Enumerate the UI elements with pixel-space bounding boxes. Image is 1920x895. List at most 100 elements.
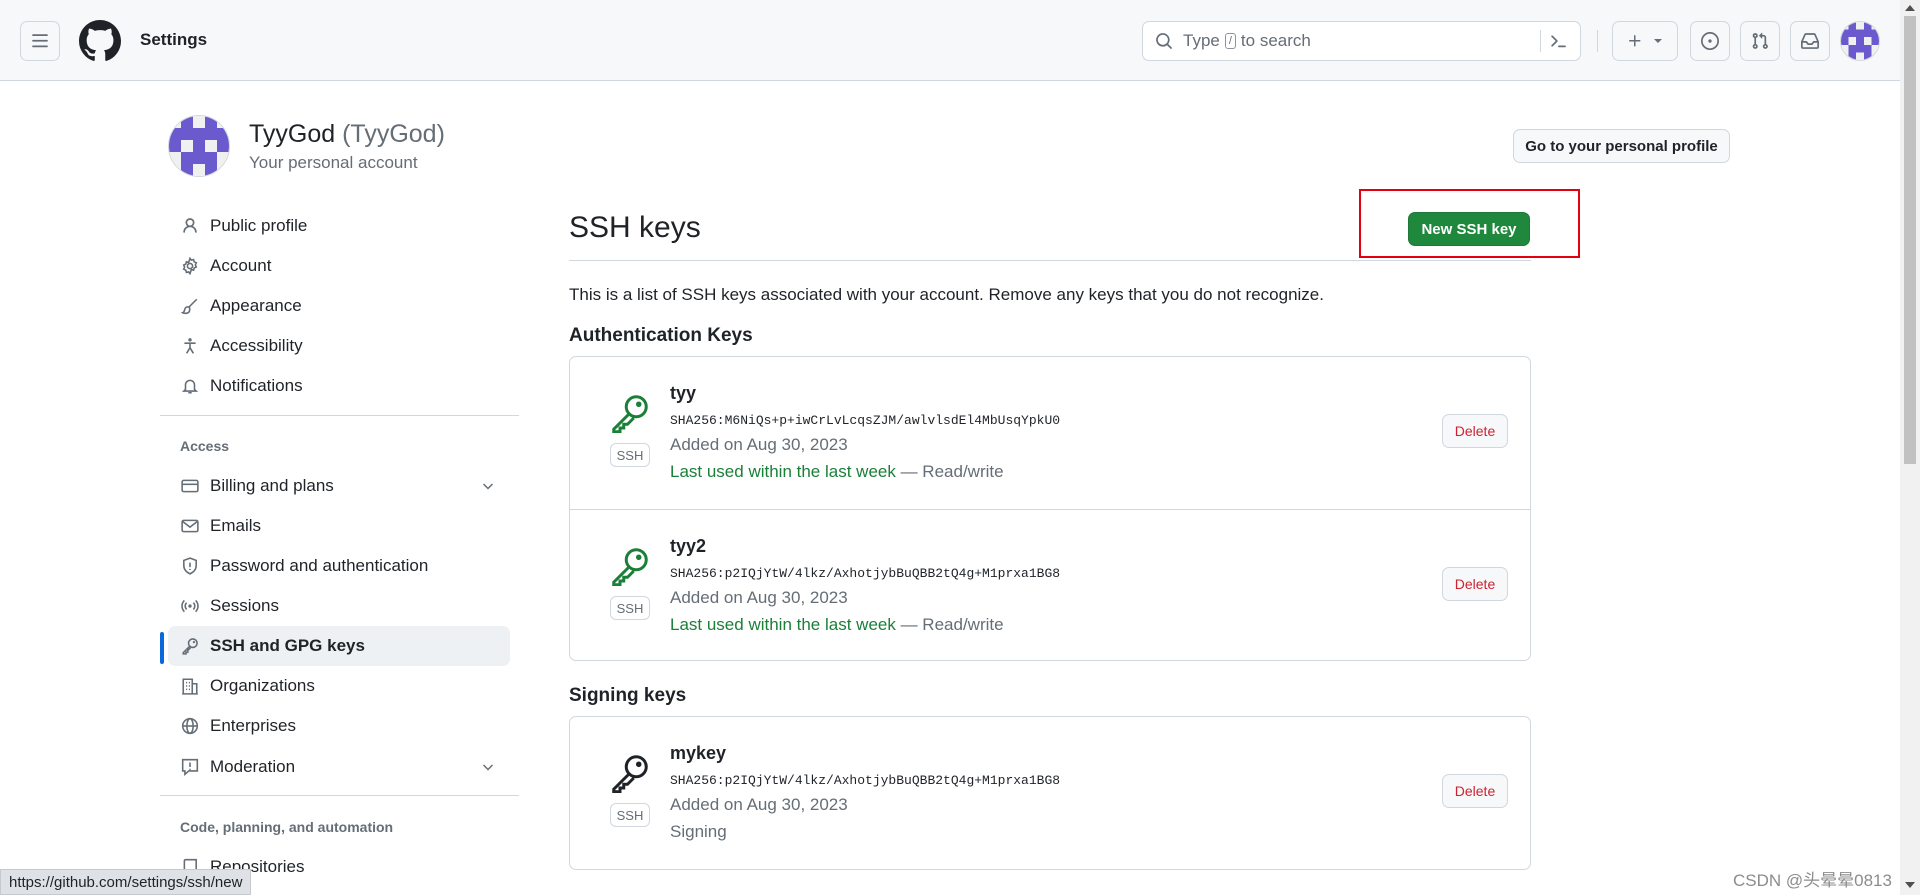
globe-icon <box>180 716 200 736</box>
annotation-highlight-box <box>1359 189 1580 258</box>
issues-button[interactable] <box>1690 21 1730 61</box>
issues-icon <box>1701 32 1719 50</box>
ssh-badge: SSH <box>610 443 650 467</box>
context-title[interactable]: Settings <box>140 30 207 50</box>
search-placeholder: Type / to search <box>1183 31 1311 51</box>
mail-icon <box>180 516 200 536</box>
sidebar-item-label: Emails <box>210 516 262 535</box>
signing-keys-list: SSH mykey SHA256:p2IQjYtW/4lkz/AxhotjybB… <box>569 716 1531 870</box>
sidebar-heading-code: Code, planning, and automation <box>180 819 394 835</box>
sidebar-item-label: Notifications <box>210 376 303 395</box>
delete-button[interactable]: Delete <box>1442 774 1508 808</box>
page-scrollbar[interactable] <box>1900 0 1920 895</box>
chevron-down-icon[interactable] <box>480 478 496 494</box>
search-icon <box>1156 33 1172 49</box>
key-icon <box>610 753 650 793</box>
auth-keys-list: SSH tyy SHA256:M6NiQs+p+iwCrLvLcqsZJM/aw… <box>569 356 1531 661</box>
key-access: — Read/write <box>895 615 1004 634</box>
plus-icon <box>1629 35 1641 47</box>
sidebar-item-label: Password and authentication <box>210 556 429 575</box>
watermark: CSDN @头晕晕0813 <box>1733 871 1892 890</box>
key-access: — Read/write <box>895 462 1004 481</box>
scroll-down-arrow-icon[interactable] <box>1905 882 1915 888</box>
sidebar-item-password[interactable]: Password and authentication <box>168 546 510 586</box>
create-new-button[interactable] <box>1612 21 1678 61</box>
account-display-name: TyyGod <box>249 120 336 148</box>
account-subtitle: Your personal account <box>249 153 418 172</box>
active-indicator <box>160 632 164 664</box>
person-icon <box>180 216 200 236</box>
pull-requests-button[interactable] <box>1740 21 1780 61</box>
list-item: SSH tyy2 SHA256:p2IQjYtW/4lkz/AxhotjybBu… <box>570 509 1530 661</box>
key-added-date: Added on Aug 30, 2023 <box>670 588 848 607</box>
sidebar-item-public-profile[interactable]: Public profile <box>168 206 510 246</box>
bell-icon <box>180 376 200 396</box>
key-fingerprint: SHA256:p2IQjYtW/4lkz/AxhotjybBuQBB2tQ4g+… <box>670 566 1061 581</box>
gear-icon <box>180 256 200 276</box>
section-heading-signing: Signing keys <box>569 685 687 706</box>
menu-button[interactable] <box>20 21 60 61</box>
sidebar-item-accessibility[interactable]: Accessibility <box>168 326 510 366</box>
sidebar-divider <box>160 415 519 416</box>
sidebar-item-label: Billing and plans <box>210 476 334 495</box>
sidebar-item-notifications[interactable]: Notifications <box>168 366 510 406</box>
user-avatar[interactable] <box>1840 21 1880 61</box>
chevron-down-icon <box>1654 39 1662 43</box>
inbox-button[interactable] <box>1790 21 1830 61</box>
key-usage: Signing <box>670 822 727 841</box>
delete-button[interactable]: Delete <box>1442 567 1508 601</box>
list-item: SSH mykey SHA256:p2IQjYtW/4lkz/AxhotjybB… <box>570 717 1530 869</box>
sidebar-divider <box>160 795 519 796</box>
sidebar-item-organizations[interactable]: Organizations <box>168 666 510 706</box>
github-logo-icon[interactable] <box>79 20 121 62</box>
menu-icon <box>32 34 48 48</box>
paintbrush-icon <box>180 296 200 316</box>
pull-requests-icon <box>1752 32 1768 49</box>
key-fingerprint: SHA256:p2IQjYtW/4lkz/AxhotjybBuQBB2tQ4g+… <box>670 773 1061 788</box>
account-avatar[interactable] <box>168 115 230 177</box>
app-header: Settings Type / to search <box>0 0 1900 81</box>
search-placeholder-prefix: Type <box>1183 31 1220 50</box>
sidebar-item-appearance[interactable]: Appearance <box>168 286 510 326</box>
organization-icon <box>180 676 200 696</box>
status-bar-url: https://github.com/settings/ssh/new <box>0 869 252 895</box>
account-name[interactable]: TyyGod (TyyGod) <box>249 120 445 149</box>
sidebar-item-sessions[interactable]: Sessions <box>168 586 510 626</box>
section-heading-auth: Authentication Keys <box>569 325 753 346</box>
scrollbar-thumb[interactable] <box>1904 16 1916 464</box>
report-icon <box>180 757 200 777</box>
list-item: SSH tyy SHA256:M6NiQs+p+iwCrLvLcqsZJM/aw… <box>570 357 1530 509</box>
sidebar-item-ssh-gpg-keys[interactable]: SSH and GPG keys <box>168 626 510 666</box>
sidebar-item-enterprises[interactable]: Enterprises <box>168 706 510 746</box>
sidebar-item-label: Organizations <box>210 676 315 695</box>
key-last-used: Last used within the last week <box>670 462 896 481</box>
chevron-down-icon[interactable] <box>480 759 496 775</box>
key-added-date: Added on Aug 30, 2023 <box>670 435 848 454</box>
delete-button[interactable]: Delete <box>1442 414 1508 448</box>
sidebar-item-label: Appearance <box>210 296 302 315</box>
search-divider <box>1540 30 1541 52</box>
go-to-profile-button[interactable]: Go to your personal profile <box>1513 129 1730 163</box>
sidebar-item-label: Moderation <box>210 757 296 776</box>
search-placeholder-suffix: to search <box>1240 31 1311 50</box>
key-icon <box>610 393 650 433</box>
sidebar-item-billing[interactable]: Billing and plans <box>168 466 510 506</box>
sidebar-item-account[interactable]: Account <box>168 246 510 286</box>
key-title: tyy2 <box>670 536 707 556</box>
header-divider <box>1597 30 1598 52</box>
page-description: This is a list of SSH keys associated wi… <box>569 285 1324 304</box>
key-title: tyy <box>670 383 697 403</box>
accessibility-icon <box>180 336 200 356</box>
sidebar-item-moderation[interactable]: Moderation <box>168 747 510 787</box>
sidebar-item-label: SSH and GPG keys <box>210 636 365 655</box>
title-divider <box>569 260 1531 261</box>
key-title: mykey <box>670 743 727 763</box>
search-shortcut-key: / <box>1224 33 1236 49</box>
key-icon <box>610 546 650 586</box>
sidebar-item-emails[interactable]: Emails <box>168 506 510 546</box>
key-icon <box>180 636 200 656</box>
command-palette-icon[interactable] <box>1549 32 1567 50</box>
search-input[interactable]: Type / to search <box>1142 21 1581 61</box>
scroll-up-arrow-icon[interactable] <box>1905 5 1915 11</box>
sidebar-item-label: Sessions <box>210 596 279 615</box>
